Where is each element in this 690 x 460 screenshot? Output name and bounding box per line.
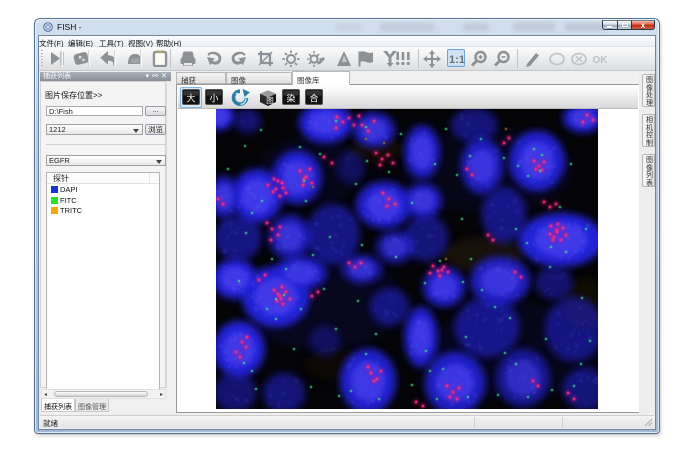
svg-text:OK: OK bbox=[593, 55, 609, 66]
svg-text:小: 小 bbox=[209, 94, 218, 104]
svg-text:1:1: 1:1 bbox=[449, 54, 465, 66]
svg-text:AB: AB bbox=[131, 59, 139, 65]
svg-text:大: 大 bbox=[186, 93, 195, 104]
svg-text:染: 染 bbox=[286, 93, 295, 104]
svg-text:图: 图 bbox=[266, 96, 274, 105]
svg-text:合: 合 bbox=[309, 93, 318, 104]
